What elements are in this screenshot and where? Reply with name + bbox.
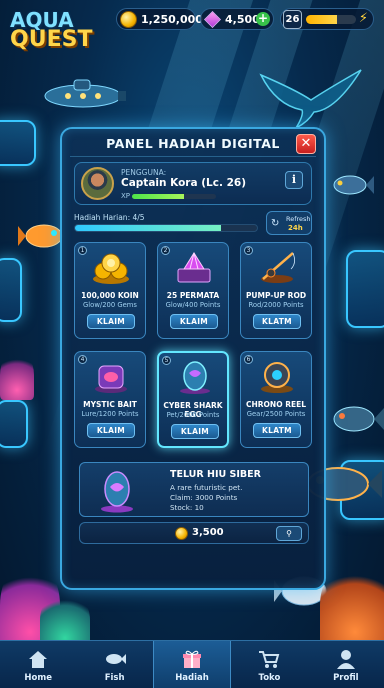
reward-name: PUMP-UP ROD (245, 291, 307, 300)
claim-button[interactable]: KLATM (253, 423, 301, 438)
nav-profil[interactable]: Profil (308, 641, 384, 688)
claim-button[interactable]: KLAIM (171, 424, 219, 439)
add-gems-button[interactable]: + (256, 12, 270, 26)
mystic-bait-icon (95, 365, 127, 393)
gem-chest-icon (177, 252, 211, 283)
claim-button[interactable]: KLAIM (87, 423, 135, 438)
reward-cost: Pet/2000 Points (166, 411, 220, 419)
nav-label: Toko (258, 673, 281, 683)
reward-cost: Glow/400 Points (165, 301, 221, 309)
info-button[interactable]: i (285, 171, 303, 189)
reward-card-rod[interactable]: 3 PUMP-UP ROD Rod/2000 Points KLATM (240, 242, 312, 339)
level-xp-bar (306, 15, 356, 24)
claim-button[interactable]: KLAIM (170, 314, 218, 329)
game-logo: AQUA QUEST (10, 10, 93, 52)
bottom-nav: Home Fish Hadiah Toko Profil (0, 640, 384, 688)
reward-name: 100,000 KOIN (81, 291, 139, 300)
reward-name: 25 PERMATA (166, 291, 220, 300)
reward-cost: Glow/200 Gems (83, 301, 137, 309)
cart-icon (259, 651, 280, 668)
card-number: 3 (244, 246, 253, 255)
title-divider (70, 156, 316, 157)
search-button[interactable]: ⚲ (276, 526, 302, 541)
home-icon (29, 651, 48, 668)
nav-label: Hadiah (175, 673, 209, 683)
gem-balance[interactable]: 4,500 + (200, 8, 274, 30)
coin-amount: 1,250,000 (141, 12, 203, 26)
nav-hadiah[interactable]: Hadiah (152, 641, 232, 688)
gift-icon (183, 650, 202, 668)
daily-reward-label: Hadiah Harian: 4/5 (74, 213, 145, 222)
refresh-time: 24h (288, 224, 303, 232)
card-number: 6 (244, 355, 253, 364)
reward-card-koin[interactable]: 1 100,000 KOIN Glow/200 Gems KLAIM (74, 242, 146, 339)
reward-card-reel[interactable]: 6 CHRONO REEL Gear/2500 Points KLATM (240, 351, 312, 448)
gem-amount: 4,500 (225, 12, 260, 26)
nav-home[interactable]: Home (0, 641, 76, 688)
daily-progress-bar (74, 224, 258, 232)
panel-title: PANEL HADIAH DIGITAL (106, 136, 280, 151)
user-xp-bar (132, 194, 216, 199)
profile-icon (336, 650, 355, 669)
reward-card-bait[interactable]: 4 MYSTIC BAIT Lure/1200 Points KLAIM (74, 351, 146, 448)
price-bar: 3,500 ⚲ (79, 522, 309, 544)
coin-balance[interactable]: 1,250,000 (116, 8, 203, 30)
claim-button[interactable]: KLAIM (87, 314, 135, 329)
nav-label: Profil (333, 673, 359, 683)
user-name: Captain Kora (Lc. 26) (121, 177, 246, 189)
claim-button[interactable]: KLATM (253, 314, 301, 329)
detail-stock: Stock: 10 (170, 503, 204, 512)
player-level[interactable]: 26 ⚡ (280, 8, 374, 30)
submarine-decoration (44, 79, 126, 108)
reward-card-shark-egg[interactable]: 5 CYBER SHARK EGG Pet/2000 Points KLAIM (157, 351, 229, 448)
detail-description: A rare futuristic pet. (170, 483, 243, 492)
reward-name: CHRONO REEL (246, 400, 306, 409)
avatar (81, 167, 114, 200)
nav-toko[interactable]: Toko (231, 641, 307, 688)
card-number: 1 (78, 246, 87, 255)
robot-fish-decoration (333, 175, 374, 195)
detail-title: TELUR HIU SIBER (170, 469, 261, 480)
reward-card-permata[interactable]: 2 25 PERMATA Glow/400 Points KLAIM (157, 242, 229, 339)
lightning-icon: ⚡ (358, 11, 368, 26)
fishing-rod-icon (261, 252, 295, 283)
nav-fish[interactable]: Fish (76, 641, 152, 688)
coin-icon (120, 11, 137, 28)
refresh-label: Refresh (286, 215, 311, 223)
reward-name: MYSTIC BAIT (83, 400, 137, 409)
reward-cost: Gear/2500 Points (246, 410, 306, 418)
refresh-icon: ↻ (271, 218, 280, 229)
reward-cost: Lure/1200 Points (81, 410, 139, 418)
detail-claim-cost: Claim: 3000 Points (170, 493, 238, 502)
reward-detail: TELUR HIU SIBER A rare futuristic pet. C… (79, 462, 309, 517)
card-number: 4 (78, 355, 87, 364)
nav-label: Fish (104, 673, 125, 683)
coin-icon (175, 527, 188, 540)
price-value: 3,500 (192, 527, 224, 538)
shark-egg-icon (101, 471, 133, 513)
coin-pile-icon (93, 253, 129, 284)
xp-label: XP (121, 192, 131, 200)
reward-cost: Rod/2000 Points (248, 301, 304, 309)
fish-icon (105, 654, 126, 664)
manta-ray-decoration (259, 69, 362, 130)
chrono-reel-icon (261, 362, 293, 393)
logo-line-2: QUEST (10, 27, 93, 52)
card-number: 5 (162, 356, 171, 365)
user-label: PENGGUNA: (121, 168, 167, 177)
robot-fish-decoration (333, 406, 384, 432)
gem-icon (204, 11, 221, 28)
reward-panel: PANEL HADIAH DIGITAL ✕ PENGGUNA: Captain… (60, 127, 326, 590)
refresh-button[interactable]: ↻ Refresh 24h (266, 211, 312, 235)
shark-egg-icon (180, 361, 210, 394)
nav-label: Home (24, 673, 52, 683)
card-number: 2 (161, 246, 170, 255)
user-card: PENGGUNA: Captain Kora (Lc. 26) XP i (74, 162, 312, 205)
close-button[interactable]: ✕ (296, 134, 316, 154)
level-badge: 26 (283, 10, 302, 29)
